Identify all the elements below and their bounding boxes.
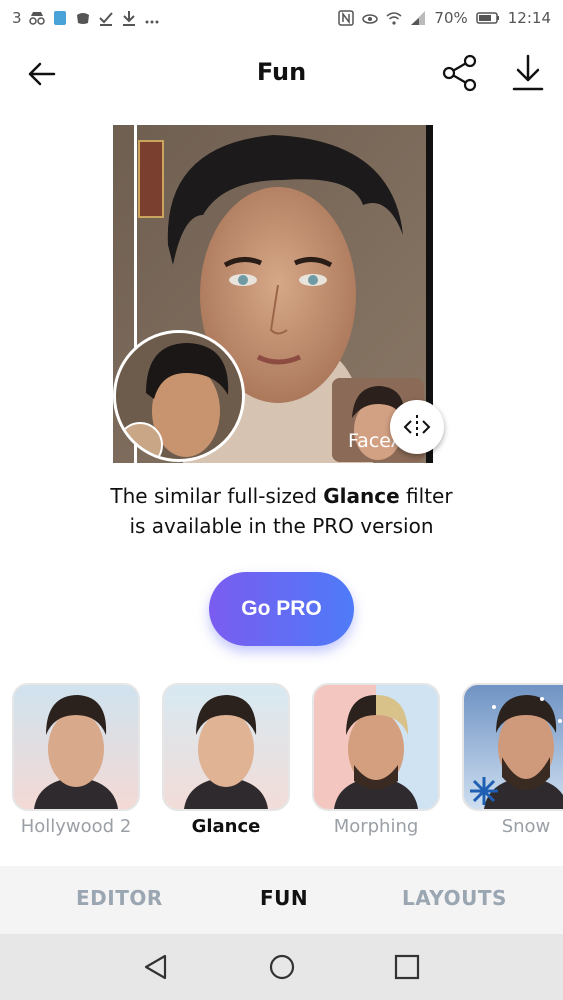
filter-glance[interactable]: Glance <box>162 683 290 843</box>
original-portrait-illustration <box>116 333 242 459</box>
tab-layouts[interactable]: LAYOUTS <box>402 886 507 910</box>
bottom-tab-bar: EDITOR FUN LAYOUTS <box>0 866 563 934</box>
notification-count: 3 <box>12 9 22 27</box>
filter-hollywood-2[interactable]: Hollywood 2 <box>12 683 140 843</box>
eye-icon <box>362 14 379 24</box>
tab-fun[interactable]: FUN <box>260 886 308 910</box>
browser-icon <box>53 11 66 25</box>
compare-button[interactable] <box>390 400 444 454</box>
nfc-icon <box>338 10 355 26</box>
face-illustration <box>470 695 563 809</box>
promo-line-2: is available in the PRO version <box>129 514 434 538</box>
filter-snow[interactable]: Snow <box>462 683 563 843</box>
recents-square-icon[interactable] <box>392 952 422 982</box>
signal-icon <box>411 11 426 25</box>
app-header: Fun <box>0 38 563 108</box>
status-left: 3 <box>12 9 160 27</box>
face-illustration <box>184 695 268 809</box>
filter-carousel[interactable]: Hollywood 2 Glance Morphing Snow <box>0 683 563 843</box>
promo-suffix: filter <box>399 484 453 508</box>
incognito-icon <box>28 12 45 25</box>
check-icon <box>98 12 113 26</box>
promo-filter-name: Glance <box>323 484 400 508</box>
wifi-icon <box>386 12 402 25</box>
filter-label: Glance <box>191 816 261 837</box>
status-bar: 3 70% 12:14 <box>0 0 563 38</box>
more-icon <box>145 20 159 24</box>
filter-morphing[interactable]: Morphing <box>312 683 440 843</box>
go-pro-button[interactable]: Go PRO <box>209 572 354 646</box>
discord-icon <box>76 13 89 24</box>
filter-thumbnail <box>312 683 440 811</box>
download-icon <box>122 11 135 26</box>
filter-thumbnail <box>462 683 563 811</box>
back-triangle-icon[interactable] <box>141 952 171 982</box>
compare-arrows-icon <box>403 415 431 439</box>
filter-thumbnail <box>162 683 290 811</box>
filter-label: Hollywood 2 <box>20 816 132 837</box>
battery-percent: 70% <box>434 9 468 27</box>
clock: 12:14 <box>507 9 551 27</box>
filter-label: Snow <box>501 816 551 837</box>
filter-thumbnail <box>12 683 140 811</box>
filter-label: Morphing <box>333 816 419 837</box>
snowflake-icon <box>470 777 498 805</box>
promo-prefix: The similar full-sized <box>110 484 324 508</box>
face-illustration <box>334 695 418 809</box>
home-circle-icon[interactable] <box>267 952 297 982</box>
original-thumbnail <box>113 330 245 462</box>
share-icon[interactable] <box>441 54 479 92</box>
status-right: 70% 12:14 <box>338 9 551 27</box>
battery-icon <box>476 12 499 24</box>
face-illustration <box>34 695 118 809</box>
promo-line-1: The similar full-sized Glance filter <box>0 484 563 508</box>
tab-editor[interactable]: EDITOR <box>76 886 163 910</box>
system-nav-bar <box>0 934 563 1000</box>
download-icon[interactable] <box>510 54 546 92</box>
